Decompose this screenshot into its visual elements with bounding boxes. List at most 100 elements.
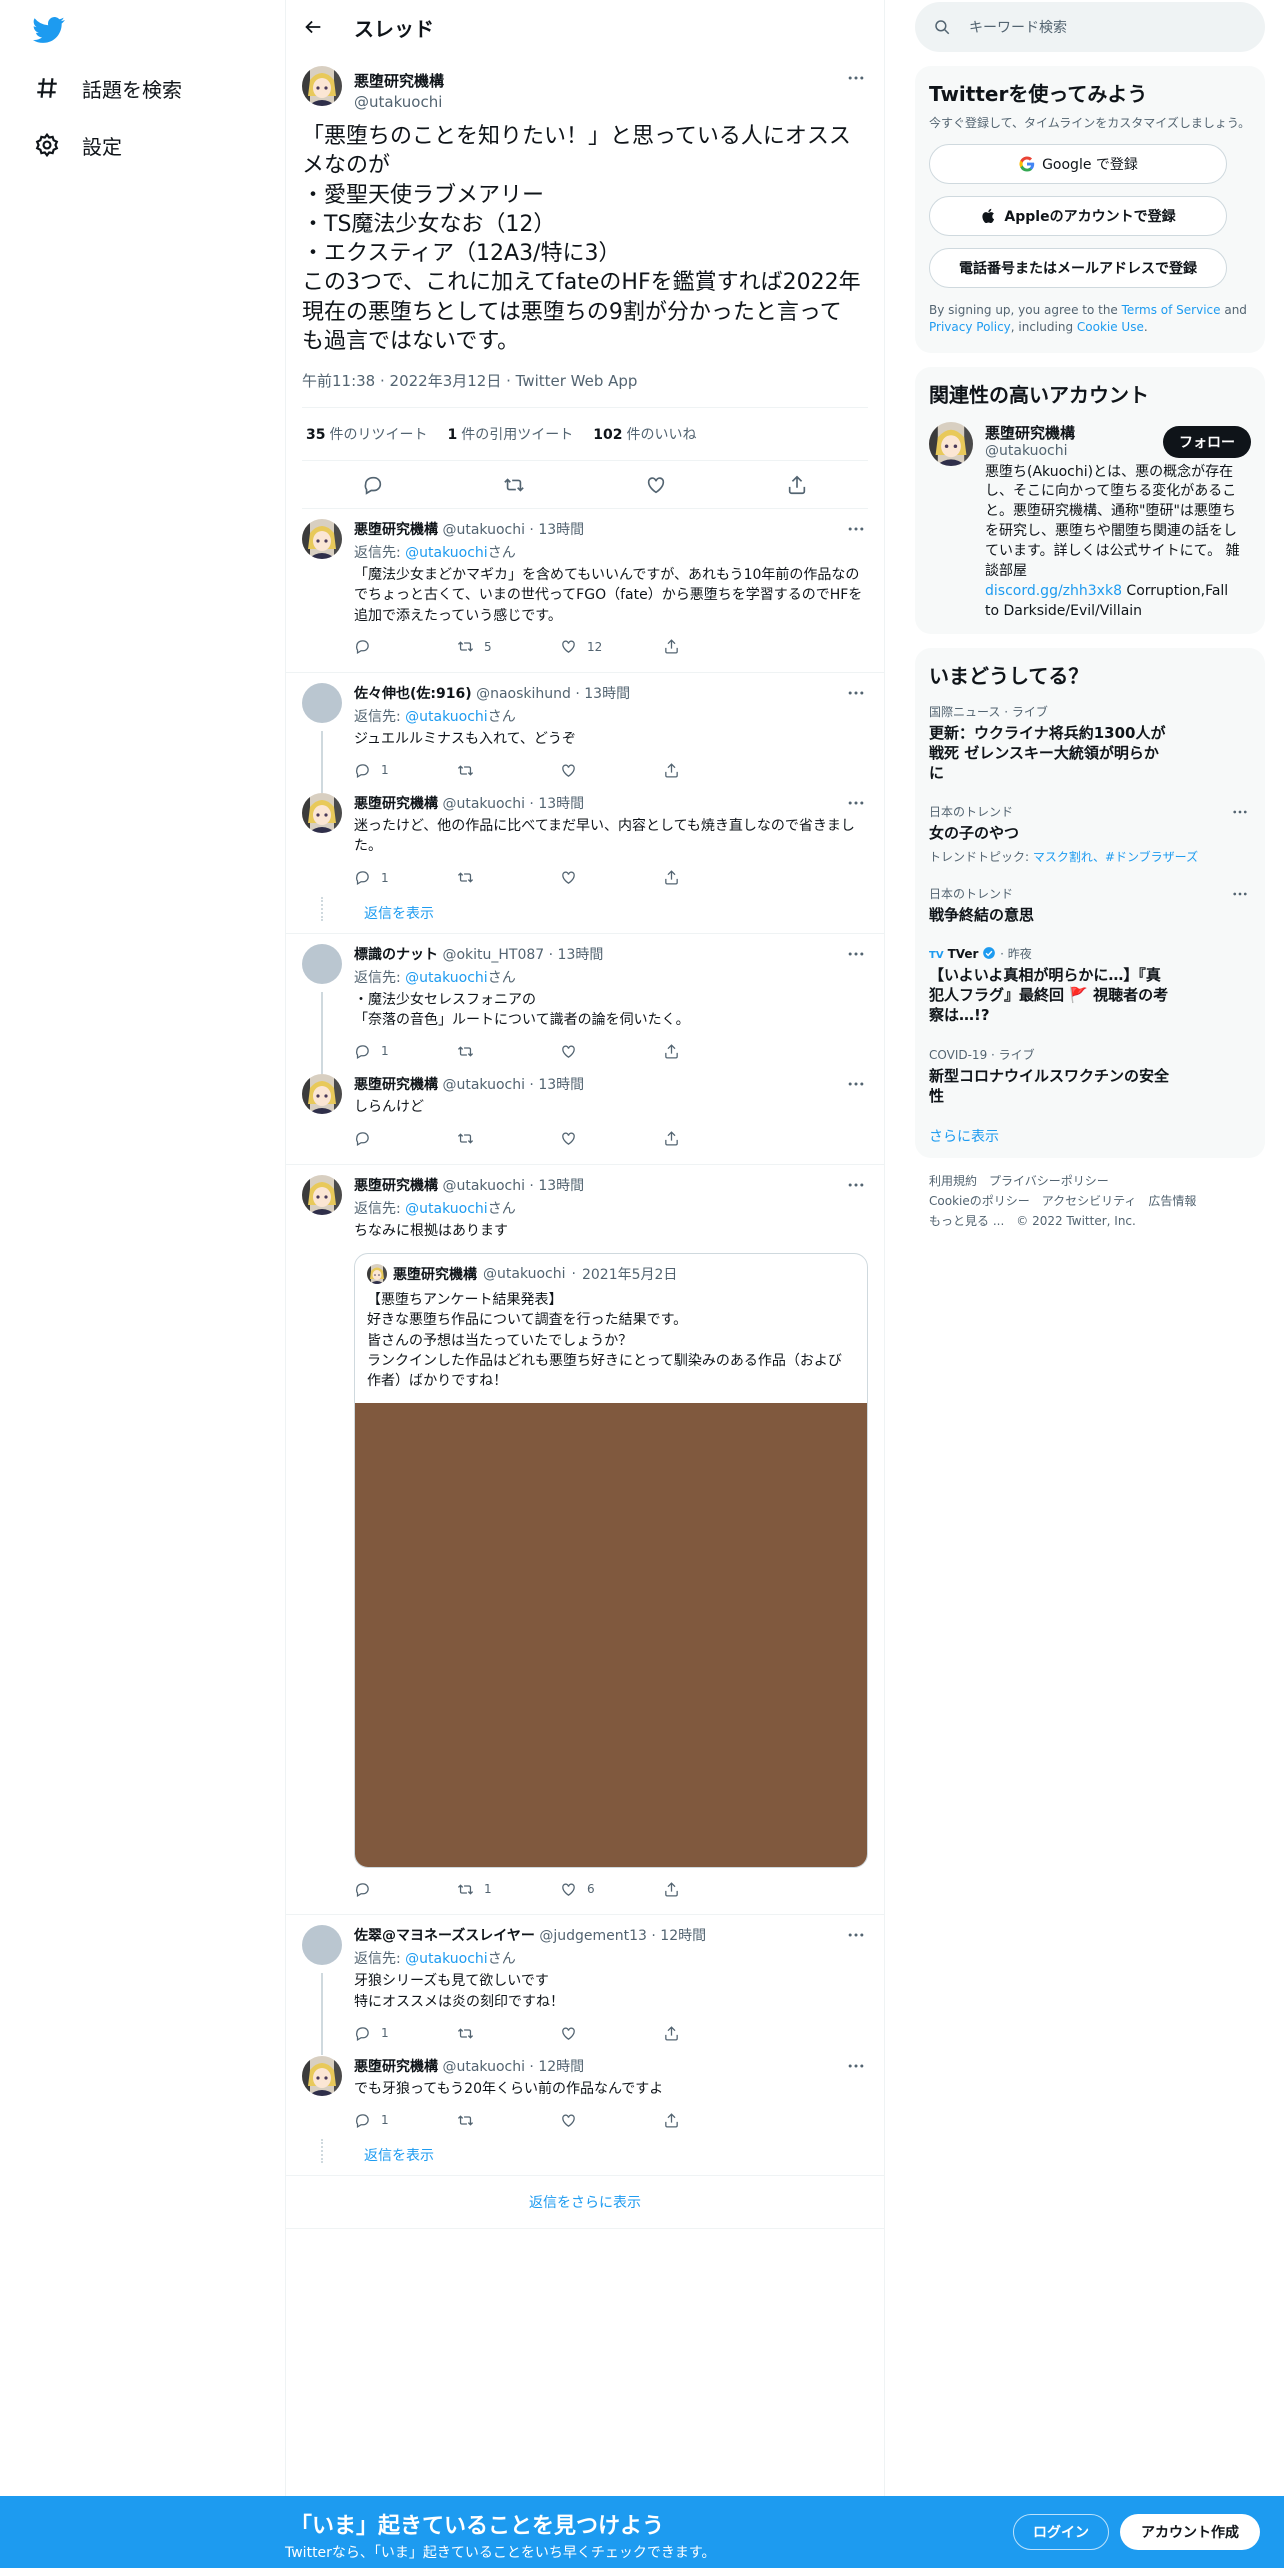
author-name[interactable]: 佐々伸也(佐:916) <box>354 686 472 702</box>
more-options-icon[interactable] <box>846 944 868 962</box>
retweet-button[interactable] <box>457 2112 560 2129</box>
reply-button[interactable]: 1 <box>354 2112 457 2129</box>
like-button[interactable] <box>560 2025 663 2042</box>
back-arrow-icon[interactable] <box>302 16 324 38</box>
google-signup-button[interactable]: Google で登録 <box>929 143 1227 184</box>
author-name[interactable]: 悪堕研究機構 <box>354 1077 438 1093</box>
show-more-replies-link[interactable]: 返信をさらに表示 <box>286 2176 884 2230</box>
author-name[interactable]: 悪堕研究機構 <box>354 796 438 812</box>
more-options-icon[interactable] <box>846 1074 868 1092</box>
author-handle[interactable]: @utakuochi <box>442 2059 525 2075</box>
search-bar[interactable]: キーワード検索 <box>915 2 1265 52</box>
more-options-icon[interactable] <box>846 1175 868 1193</box>
share-button[interactable] <box>663 869 766 886</box>
search-input[interactable]: キーワード検索 <box>969 17 1067 37</box>
tweet-time[interactable]: 13時間 <box>538 796 584 812</box>
retweet-icon[interactable] <box>503 474 525 496</box>
reply-tweet[interactable]: 悪堕研究機構 @utakuochi · 13時間 しらんけど <box>286 1068 884 1155</box>
avatar[interactable] <box>302 682 342 723</box>
reply-to-handle[interactable]: @utakuochi <box>405 1201 488 1217</box>
like-button[interactable] <box>560 1130 663 1147</box>
reply-icon[interactable] <box>362 474 384 496</box>
tweet-timestamp[interactable]: 午前11:38 · 2022年3月12日 · Twitter Web App <box>302 370 868 408</box>
author-name[interactable]: 悪堕研究機構 <box>354 522 438 538</box>
retweet-button[interactable] <box>457 762 560 779</box>
retweet-button[interactable] <box>457 1043 560 1060</box>
reply-button[interactable]: 1 <box>354 869 457 886</box>
more-options-icon[interactable] <box>846 68 868 86</box>
show-more-trends-link[interactable]: さらに表示 <box>929 1126 1251 1146</box>
author-handle[interactable]: @judgement13 <box>539 1928 647 1944</box>
quote-count[interactable]: 1 件の引用ツイート <box>447 424 573 444</box>
avatar[interactable] <box>302 1925 342 1966</box>
avatar[interactable] <box>302 1074 342 1114</box>
author-handle[interactable]: @utakuochi <box>442 522 525 538</box>
author-name[interactable]: 標識のナット <box>354 947 438 963</box>
avatar[interactable] <box>302 943 342 984</box>
more-options-icon[interactable] <box>1231 885 1251 905</box>
trend-item[interactable]: TV TVer · 昨夜 【いよいよ真相が明らかに…】『真犯人フラグ』最終回 🚩 … <box>929 945 1251 1026</box>
share-button[interactable] <box>663 1043 766 1060</box>
share-button[interactable] <box>663 1881 766 1898</box>
author-name[interactable]: 悪堕研究機構 <box>354 1178 438 1194</box>
follow-button[interactable]: フォロー <box>1163 425 1251 458</box>
create-account-button[interactable]: アカウント作成 <box>1120 2514 1260 2550</box>
reply-to-handle[interactable]: @utakuochi <box>405 970 488 986</box>
author-handle[interactable]: @utakuochi <box>442 1178 525 1194</box>
tweet-time[interactable]: 12時間 <box>660 1928 706 1944</box>
retweet-button[interactable] <box>457 869 560 886</box>
trend-item[interactable]: 国際ニュース · ライブ 更新：ウクライナ将兵約1300人が戦死 ゼレンスキー大… <box>929 703 1251 784</box>
author-handle[interactable]: @okitu_HT087 <box>442 947 544 963</box>
reply-button[interactable] <box>354 1881 457 1898</box>
more-options-icon[interactable] <box>846 683 868 701</box>
retweet-button[interactable] <box>457 2025 560 2042</box>
tweet-time[interactable]: 12時間 <box>538 2059 584 2075</box>
quoted-tweet[interactable]: 悪堕研究機構 @utakuochi · 2021年5月2日 【悪堕ちアンケート結… <box>354 1252 868 1869</box>
nav-explore[interactable]: 話題を検索 <box>34 68 182 108</box>
apple-signup-button[interactable]: Appleのアカウントで登録 <box>929 195 1227 236</box>
author-handle[interactable]: @utakuochi <box>354 93 444 111</box>
like-button[interactable] <box>560 1043 663 1060</box>
reply-tweet[interactable]: 佐々伸也(佐:916) @naoskihund · 13時間 返信先: @uta… <box>286 673 884 787</box>
author-name[interactable]: 悪堕研究機構 <box>354 2059 438 2075</box>
reply-button[interactable] <box>354 1130 457 1147</box>
more-options-icon[interactable] <box>846 1925 868 1943</box>
author-handle[interactable]: @utakuochi <box>442 796 525 812</box>
reply-to-handle[interactable]: @utakuochi <box>405 1951 488 1967</box>
show-replies-link[interactable]: 返信を表示 <box>286 895 884 933</box>
author-name[interactable]: 悪堕研究機構 <box>354 70 444 91</box>
more-options-icon[interactable] <box>846 793 868 811</box>
reply-tweet[interactable]: 悪堕研究機構 @utakuochi · 13時間 迷ったけど、他の作品に比べてま… <box>286 787 884 895</box>
quoted-image[interactable] <box>355 1403 867 1868</box>
reply-to-handle[interactable]: @utakuochi <box>405 709 488 725</box>
author-name[interactable]: 佐翠@マヨネーズスレイヤー <box>354 1928 535 1944</box>
terms-link[interactable]: Terms of Service <box>1122 303 1221 317</box>
share-button[interactable] <box>663 1130 766 1147</box>
reply-button[interactable]: 1 <box>354 1043 457 1060</box>
footer-link[interactable]: 広告情報 <box>1148 1194 1196 1208</box>
footer-more-link[interactable]: もっと見る ... <box>929 1214 1004 1228</box>
footer-link[interactable]: 利用規約 <box>929 1174 977 1188</box>
avatar[interactable] <box>302 66 342 106</box>
tweet-time[interactable]: 13時間 <box>538 1077 584 1093</box>
like-button[interactable]: 6 <box>560 1881 663 1898</box>
reply-button[interactable] <box>354 638 457 655</box>
more-options-icon[interactable] <box>846 2056 868 2074</box>
reply-button[interactable]: 1 <box>354 762 457 779</box>
reply-tweet[interactable]: 佐翠@マヨネーズスレイヤー @judgement13 · 12時間 返信先: @… <box>286 1915 884 2050</box>
avatar[interactable] <box>302 793 342 833</box>
footer-link[interactable]: プライバシーポリシー <box>989 1174 1109 1188</box>
avatar[interactable] <box>929 422 973 466</box>
retweet-button[interactable] <box>457 1130 560 1147</box>
nav-settings[interactable]: 設定 <box>34 125 122 165</box>
tweet-time[interactable]: 13時間 <box>584 686 630 702</box>
like-button[interactable] <box>560 762 663 779</box>
retweet-button[interactable]: 1 <box>457 1881 560 1898</box>
phone-email-signup-button[interactable]: 電話番号またはメールアドレスで登録 <box>929 247 1227 288</box>
avatar[interactable] <box>302 1175 342 1215</box>
like-button[interactable] <box>560 2112 663 2129</box>
reply-tweet[interactable]: 悪堕研究機構 @utakuochi · 13時間 返信先: @utakuochi… <box>286 1165 884 1907</box>
share-button[interactable] <box>663 2112 766 2129</box>
share-button[interactable] <box>663 762 766 779</box>
tweet-time[interactable]: 13時間 <box>558 947 604 963</box>
